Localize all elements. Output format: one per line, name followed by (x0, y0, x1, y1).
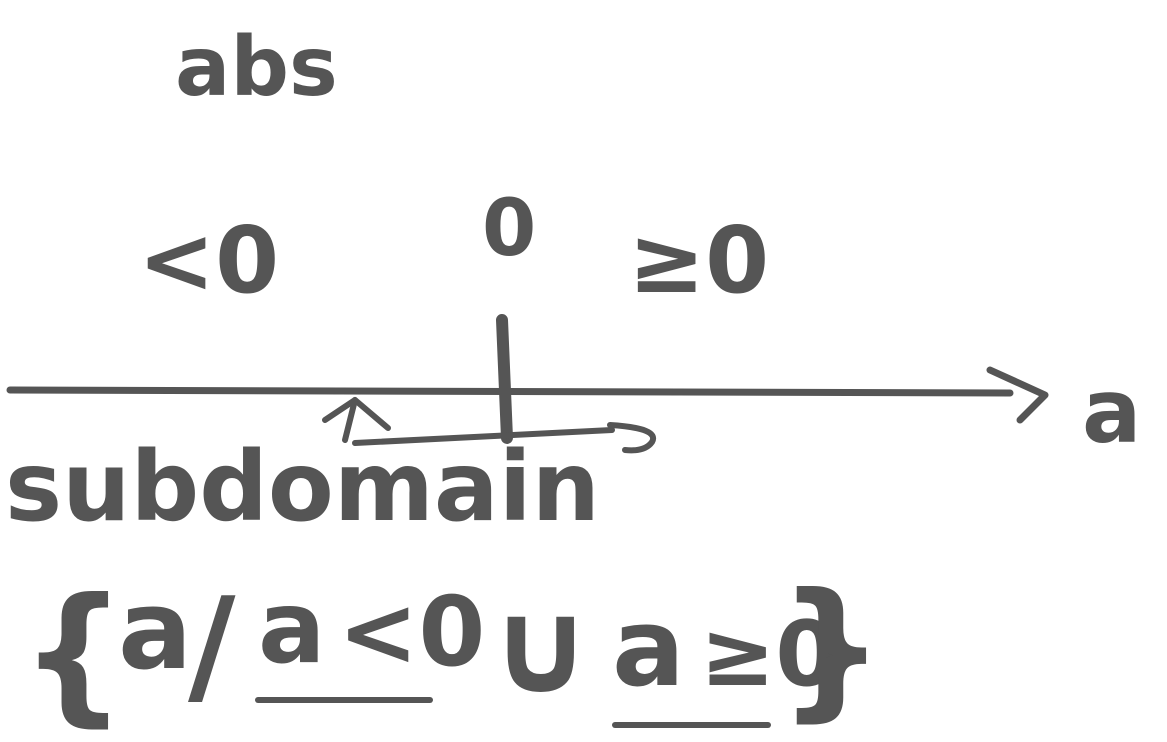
set-variable: a (118, 566, 192, 694)
left-condition-variable: a (258, 569, 325, 686)
whiteboard-canvas: abs <0 0 ≥0 a subdomain { a / a <0 ∪ a ≥… (0, 0, 1167, 742)
zero-tick-mark (496, 314, 513, 444)
set-close-brace: } (778, 562, 885, 736)
subdomain-label: subdomain (5, 431, 600, 543)
set-separator: / (188, 569, 236, 721)
zero-label: 0 (482, 184, 536, 274)
nonnegative-region-label: ≥0 (628, 207, 769, 314)
subdomain-arrowhead-icon (607, 422, 657, 454)
negative-region-label: <0 (138, 207, 279, 314)
left-condition-operator: <0 (338, 576, 485, 688)
axis-variable-label: a (1082, 360, 1141, 463)
set-open-brace: { (20, 567, 127, 741)
piecewise-domain-diagram: abs <0 0 ≥0 a subdomain { a / a <0 ∪ a ≥… (5, 20, 1141, 741)
right-condition-variable: a (612, 586, 685, 711)
union-symbol: ∪ (488, 571, 594, 723)
title-label: abs (175, 20, 338, 115)
